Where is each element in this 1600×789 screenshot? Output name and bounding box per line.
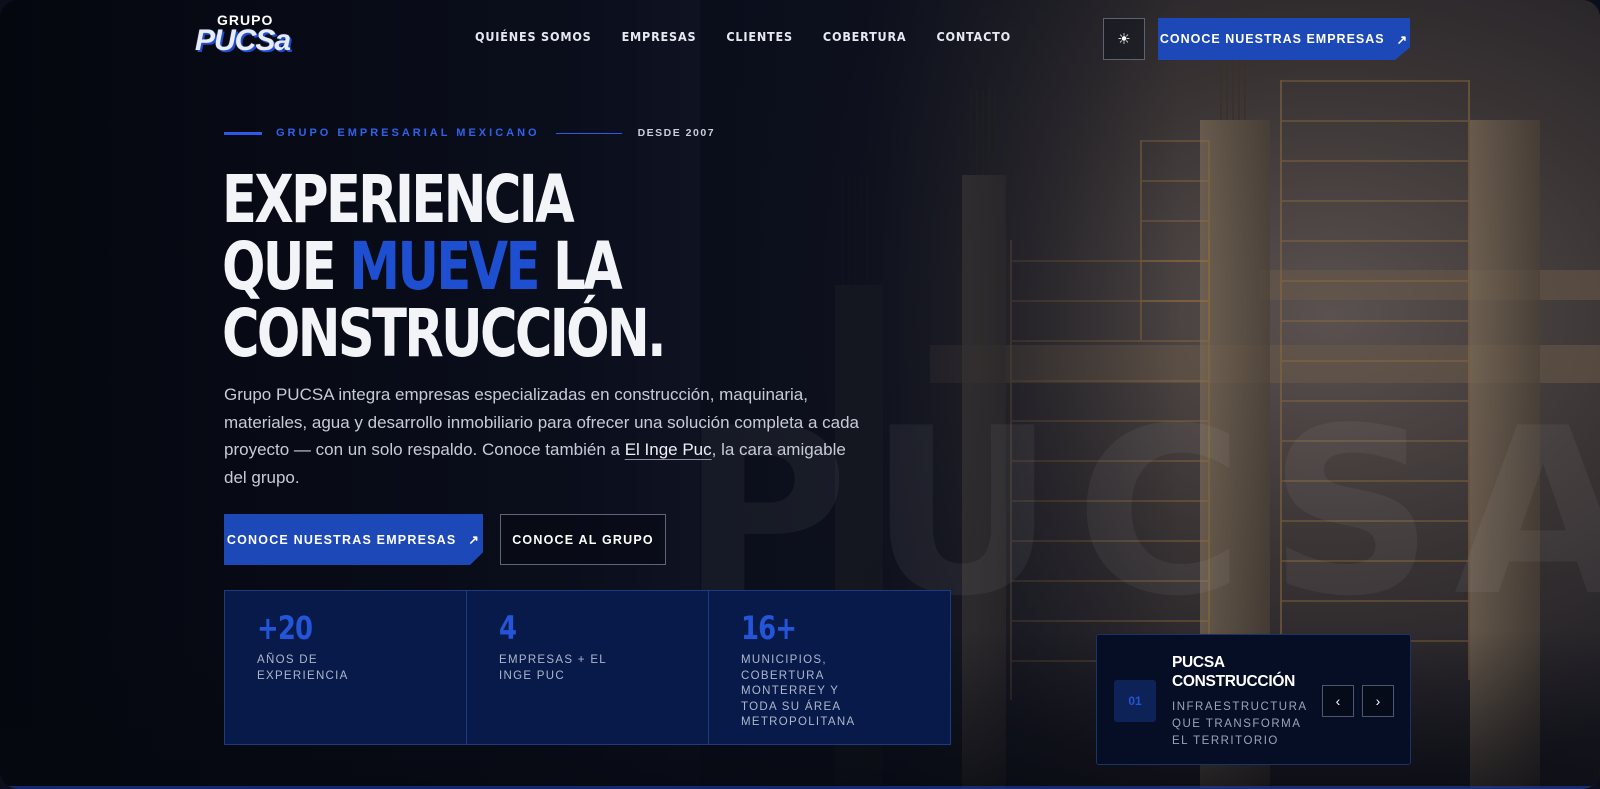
stat-number: +20	[257, 609, 313, 647]
stat-label: AÑOS DE EXPERIENCIA	[257, 654, 349, 682]
eyebrow-text: GRUPO EMPRESARIAL MEXICANO	[276, 127, 540, 139]
stat-number: 4	[499, 609, 517, 647]
eyebrow: GRUPO EMPRESARIAL MEXICANO DESDE 2007	[224, 127, 715, 139]
stat-label: EMPRESAS + EL INGE PUC	[499, 654, 607, 682]
company-carousel-card[interactable]: 01 PUCSA CONSTRUCCIÓN INFRAESTRUCTURA QU…	[1096, 634, 1411, 765]
conoce-grupo-button[interactable]: CONOCE AL GRUPO	[500, 514, 666, 565]
chevron-left-icon: ‹	[1335, 693, 1341, 709]
conoce-empresas-button[interactable]: CONOCE NUESTRAS EMPRESAS ↗	[224, 514, 483, 565]
header-cta-label: CONOCE NUESTRAS EMPRESAS	[1159, 32, 1385, 46]
stat-item: 4 EMPRESAS + EL INGE PUC	[467, 591, 709, 744]
eyebrow-line	[224, 131, 262, 135]
nav-contacto[interactable]: CONTACTO	[936, 29, 1011, 44]
header-cta-button[interactable]: CONOCE NUESTRAS EMPRESAS ↗	[1158, 18, 1410, 60]
el-inge-puc-link[interactable]: El Inge Puc	[625, 440, 712, 459]
headline-line3: CONSTRUCCIÓN.	[222, 295, 667, 372]
primary-button-label: CONOCE NUESTRAS EMPRESAS	[226, 532, 457, 547]
main-nav: QUIÉNES SOMOS EMPRESAS CLIENTES COBERTUR…	[475, 29, 1011, 44]
headline-highlight: MUEVE	[349, 228, 540, 305]
arrow-up-right-icon: ↗	[468, 533, 481, 547]
stat-item: 16+ MUNICIPIOS, COBERTURA MONTERREY Y TO…	[709, 591, 950, 744]
chevron-right-icon: ›	[1375, 693, 1381, 709]
nav-cobertura[interactable]: COBERTURA	[823, 29, 907, 44]
company-index-badge: 01	[1114, 680, 1156, 722]
nav-empresas[interactable]: EMPRESAS	[622, 29, 697, 44]
sun-icon: ☀	[1117, 31, 1131, 48]
headline-la: LA	[553, 228, 622, 305]
stats-panel: +20 AÑOS DE EXPERIENCIA 4 EMPRESAS + EL …	[224, 590, 951, 745]
logo[interactable]: GRUPO PUCSa	[195, 10, 305, 60]
hero-description: Grupo PUCSA integra empresas especializa…	[224, 381, 864, 491]
company-title: PUCSA CONSTRUCCIÓN	[1172, 654, 1295, 690]
headline-line1: EXPERIENCIA	[222, 161, 575, 238]
company-subtitle: INFRAESTRUCTURA QUE TRANSFORMA EL TERRIT…	[1172, 701, 1307, 747]
secondary-button-label: CONOCE AL GRUPO	[512, 532, 654, 547]
eyebrow-divider	[555, 132, 622, 134]
carousel-next-button[interactable]: ›	[1362, 685, 1394, 717]
carousel-prev-button[interactable]: ‹	[1322, 685, 1354, 717]
stat-number: 16+	[741, 609, 797, 647]
arrow-up-right-icon: ↗	[1396, 32, 1409, 47]
since-text: DESDE 2007	[637, 127, 716, 139]
theme-toggle-button[interactable]: ☀	[1103, 18, 1145, 60]
page-frame: PUCSA GRUPO PUCSa QUIÉNES SOMOS EMPRESAS…	[0, 0, 1600, 789]
stat-item: +20 AÑOS DE EXPERIENCIA	[225, 591, 467, 744]
headline-que: QUE	[222, 228, 337, 305]
logo-main-text: PUCSa	[195, 24, 291, 57]
nav-quienes-somos[interactable]: QUIÉNES SOMOS	[475, 29, 592, 44]
nav-clientes[interactable]: CLIENTES	[726, 29, 793, 44]
stat-label: MUNICIPIOS, COBERTURA MONTERREY Y TODA S…	[741, 654, 856, 728]
page-title: EXPERIENCIA QUE MUEVE LA CONSTRUCCIÓN.	[222, 166, 667, 367]
